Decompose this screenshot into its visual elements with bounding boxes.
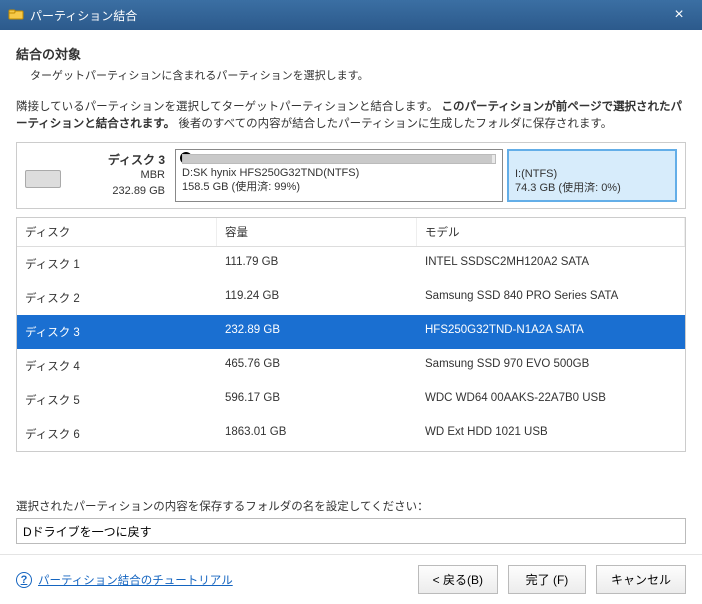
cell-disk: ディスク 4	[17, 349, 217, 383]
disk-scheme: MBR	[67, 168, 165, 183]
partition-bar: D:SK hynix HFS250G32TND(NTFS) 158.5 GB (…	[175, 149, 677, 203]
table-row[interactable]: ディスク 4465.76 GBSamsung SSD 970 EVO 500GB	[17, 349, 685, 383]
cell-model: INTEL SSDSC2MH120A2 SATA	[417, 247, 685, 281]
table-body: ディスク 1111.79 GBINTEL SSDSC2MH120A2 SATAデ…	[17, 247, 685, 451]
partition-label: I:(NTFS)	[515, 167, 669, 182]
partition-detail: 74.3 GB (使用済: 0%)	[515, 181, 669, 196]
tutorial-link[interactable]: ? パーティション結合のチュートリアル	[16, 572, 233, 588]
cell-disk: ディスク 3	[17, 315, 217, 349]
col-model[interactable]: モデル	[417, 218, 685, 246]
cancel-button[interactable]: キャンセル	[596, 565, 686, 594]
cell-model: WD Ext HDD 1021 USB	[417, 417, 685, 451]
cell-disk: ディスク 5	[17, 383, 217, 417]
back-button[interactable]: < 戻る(B)	[418, 565, 498, 594]
app-icon	[8, 7, 24, 23]
table-header: ディスク 容量 モデル	[17, 218, 685, 247]
cell-capacity: 119.24 GB	[217, 281, 417, 315]
partition-source[interactable]: D:SK hynix HFS250G32TND(NTFS) 158.5 GB (…	[175, 149, 503, 203]
folder-label: 選択されたパーティションの内容を保存するフォルダの名を設定してください：	[16, 498, 686, 514]
cell-capacity: 111.79 GB	[217, 247, 417, 281]
cell-model: WDC WD64 00AAKS-22A7B0 USB	[417, 383, 685, 417]
cell-disk: ディスク 6	[17, 417, 217, 451]
cell-disk: ディスク 1	[17, 247, 217, 281]
page-heading: 結合の対象	[16, 44, 686, 63]
instruction-part2: 後者のすべての内容が結合したパーティションに生成したフォルダに保存されます。	[178, 118, 612, 130]
disk-table: ディスク 容量 モデル ディスク 1111.79 GBINTEL SSDSC2M…	[16, 217, 686, 452]
cell-model: Samsung SSD 970 EVO 500GB	[417, 349, 685, 383]
cell-model: Samsung SSD 840 PRO Series SATA	[417, 281, 685, 315]
disk-icon	[25, 170, 61, 188]
partition-target[interactable]: I:(NTFS) 74.3 GB (使用済: 0%)	[507, 149, 677, 203]
table-row[interactable]: ディスク 2119.24 GBSamsung SSD 840 PRO Serie…	[17, 281, 685, 315]
cell-capacity: 596.17 GB	[217, 383, 417, 417]
cell-disk: ディスク 2	[17, 281, 217, 315]
instruction-text: 隣接しているパーティションを選択してターゲットパーティションと結合します。 この…	[16, 99, 686, 134]
titlebar: パーティション結合 ×	[0, 0, 702, 30]
cell-capacity: 465.76 GB	[217, 349, 417, 383]
table-row[interactable]: ディスク 1111.79 GBINTEL SSDSC2MH120A2 SATA	[17, 247, 685, 281]
close-button[interactable]: ×	[664, 6, 694, 24]
disk-partition-box: ディスク 3 MBR 232.89 GB D:SK hynix HFS250G3…	[16, 142, 686, 210]
disk-meta: ディスク 3 MBR 232.89 GB	[67, 152, 165, 200]
page-subheading: ターゲットパーティションに含まれるパーティションを選択します。	[30, 67, 686, 83]
window-title: パーティション結合	[30, 7, 664, 24]
col-capacity[interactable]: 容量	[217, 218, 417, 246]
cell-capacity: 232.89 GB	[217, 315, 417, 349]
tutorial-link-label: パーティション結合のチュートリアル	[38, 572, 233, 588]
instruction-part1: 隣接しているパーティションを選択してターゲットパーティションと結合します。	[16, 101, 438, 113]
col-disk[interactable]: ディスク	[17, 218, 217, 246]
partition-label: D:SK hynix HFS250G32TND(NTFS)	[182, 166, 496, 181]
table-row[interactable]: ディスク 3232.89 GBHFS250G32TND-N1A2A SATA	[17, 315, 685, 349]
footer: ? パーティション結合のチュートリアル < 戻る(B) 完了 (F) キャンセル	[0, 554, 702, 604]
usage-bar	[182, 154, 496, 164]
table-row[interactable]: ディスク 61863.01 GBWD Ext HDD 1021 USB	[17, 417, 685, 451]
partition-detail: 158.5 GB (使用済: 99%)	[182, 180, 496, 195]
cell-capacity: 1863.01 GB	[217, 417, 417, 451]
folder-name-input[interactable]	[16, 518, 686, 544]
help-icon: ?	[16, 572, 32, 588]
table-row[interactable]: ディスク 5596.17 GBWDC WD64 00AAKS-22A7B0 US…	[17, 383, 685, 417]
finish-button[interactable]: 完了 (F)	[508, 565, 586, 594]
cell-model: HFS250G32TND-N1A2A SATA	[417, 315, 685, 349]
disk-name: ディスク 3	[67, 152, 165, 169]
disk-size: 232.89 GB	[67, 184, 165, 199]
